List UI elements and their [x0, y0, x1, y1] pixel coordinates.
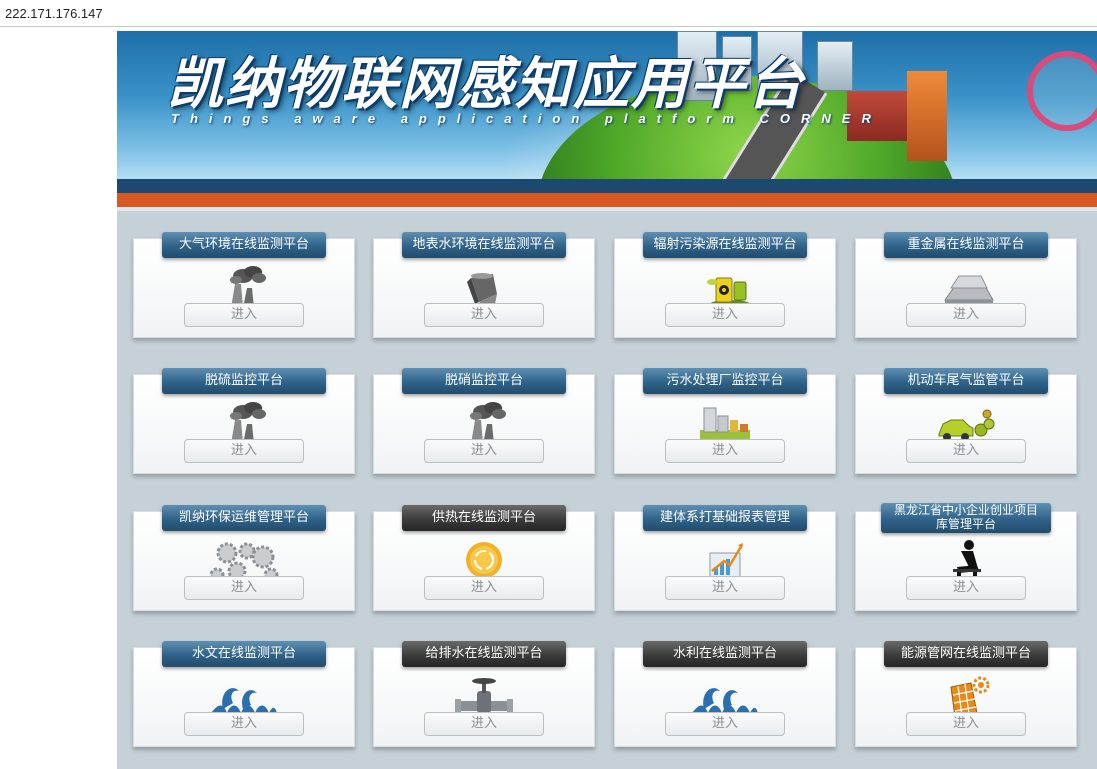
- platform-title[interactable]: 给排水在线监测平台: [402, 641, 566, 667]
- enter-button[interactable]: 进入: [424, 439, 544, 463]
- header-banner: 凯纳物联网感知应用平台 Things aware application pla…: [117, 31, 1097, 179]
- enter-button[interactable]: 进入: [184, 439, 304, 463]
- platform-card: 大气环境在线监测平台 进入: [133, 232, 355, 338]
- platform-card: 水利在线监测平台 进入: [614, 641, 836, 747]
- platform-title[interactable]: 脱硝监控平台: [402, 368, 566, 394]
- platform-title[interactable]: 辐射污染源在线监测平台: [643, 232, 807, 258]
- platform-card: 黑龙江省中小企业创业项目库管理平台 进入: [855, 503, 1077, 611]
- platform-title[interactable]: 污水处理厂监控平台: [643, 368, 807, 394]
- platform-card: 凯纳环保运维管理平台 进入: [133, 505, 355, 611]
- platform-title[interactable]: 供热在线监测平台: [402, 505, 566, 531]
- platform-card: 重金属在线监测平台 进入: [855, 232, 1077, 338]
- platform-card: 机动车尾气监管平台 进入: [855, 368, 1077, 474]
- platform-title[interactable]: 能源管网在线监测平台: [884, 641, 1048, 667]
- enter-button[interactable]: 进入: [906, 303, 1026, 327]
- enter-button[interactable]: 进入: [424, 576, 544, 600]
- platform-title[interactable]: 脱硫监控平台: [162, 368, 326, 394]
- enter-button[interactable]: 进入: [665, 439, 785, 463]
- enter-button[interactable]: 进入: [906, 712, 1026, 736]
- platform-title[interactable]: 水文在线监测平台: [162, 641, 326, 667]
- banner-subtitle: Things aware application platform CORNER: [171, 111, 882, 126]
- enter-button[interactable]: 进入: [184, 303, 304, 327]
- enter-button[interactable]: 进入: [184, 576, 304, 600]
- header-stripe-orange: [117, 193, 1097, 207]
- ferris-wheel-illustration: [1027, 51, 1097, 131]
- enter-button[interactable]: 进入: [665, 712, 785, 736]
- enter-button[interactable]: 进入: [906, 576, 1026, 600]
- platform-title[interactable]: 黑龙江省中小企业创业项目库管理平台: [881, 503, 1051, 533]
- platform-card: 水文在线监测平台 进入: [133, 641, 355, 747]
- url-text[interactable]: 222.171.176.147: [5, 6, 103, 21]
- header-stripe-blue: [117, 179, 1097, 193]
- platform-title[interactable]: 水利在线监测平台: [643, 641, 807, 667]
- platform-title[interactable]: 地表水环境在线监测平台: [402, 232, 566, 258]
- enter-button[interactable]: 进入: [184, 712, 304, 736]
- platform-card: 建体系打基础报表管理 进入: [614, 505, 836, 611]
- platform-card: 污水处理厂监控平台 进入: [614, 368, 836, 474]
- platform-card: 给排水在线监测平台 进入: [373, 641, 595, 747]
- enter-button[interactable]: 进入: [906, 439, 1026, 463]
- platform-card: 地表水环境在线监测平台 进入: [373, 232, 595, 338]
- platform-title[interactable]: 大气环境在线监测平台: [162, 232, 326, 258]
- platform-grid: 大气环境在线监测平台 进入 地表水环境在线监测平台 进入 辐射污染源在线监测平台…: [117, 211, 1097, 769]
- banner-title: 凯纳物联网感知应用平台: [167, 52, 805, 117]
- enter-button[interactable]: 进入: [665, 576, 785, 600]
- enter-button[interactable]: 进入: [665, 303, 785, 327]
- platform-card: 脱硝监控平台 进入: [373, 368, 595, 474]
- platform-card: 供热在线监测平台 进入: [373, 505, 595, 611]
- platform-title[interactable]: 建体系打基础报表管理: [643, 505, 807, 531]
- platform-card: 脱硫监控平台 进入: [133, 368, 355, 474]
- enter-button[interactable]: 进入: [424, 303, 544, 327]
- platform-title[interactable]: 凯纳环保运维管理平台: [162, 505, 326, 531]
- enter-button[interactable]: 进入: [424, 712, 544, 736]
- browser-address-bar[interactable]: 222.171.176.147: [0, 0, 1097, 27]
- platform-card: 能源管网在线监测平台 进入: [855, 641, 1077, 747]
- platform-card: 辐射污染源在线监测平台 进入: [614, 232, 836, 338]
- platform-title[interactable]: 机动车尾气监管平台: [884, 368, 1048, 394]
- platform-title[interactable]: 重金属在线监测平台: [884, 232, 1048, 258]
- left-margin: [0, 28, 117, 769]
